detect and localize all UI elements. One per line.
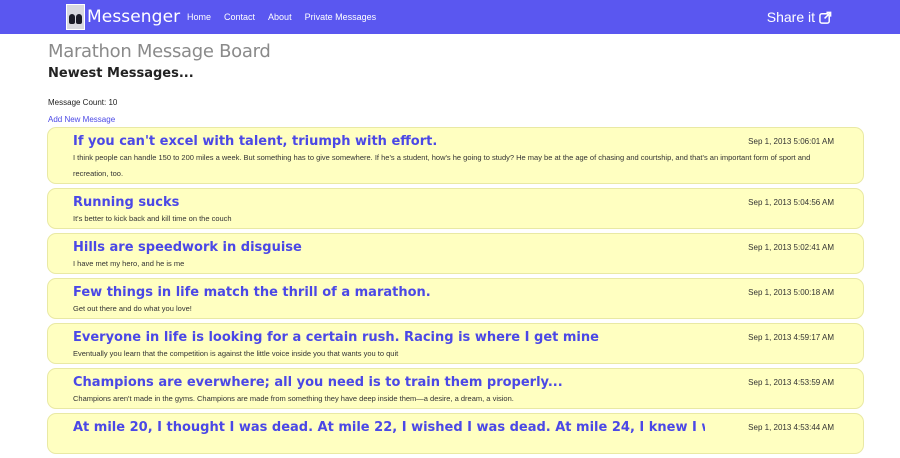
share-label: Share it xyxy=(766,9,815,25)
running-shoes-logo-icon xyxy=(66,4,85,30)
message-title[interactable]: Few things in life match the thrill of a… xyxy=(73,284,705,301)
message-title[interactable]: Running sucks xyxy=(73,194,705,211)
message-title[interactable]: Champions are everwhere; all you need is… xyxy=(73,374,705,391)
message-body: It's better to kick back and kill time o… xyxy=(73,214,232,223)
external-share-icon xyxy=(819,11,832,24)
message-item[interactable]: Few things in life match the thrill of a… xyxy=(47,278,864,319)
message-body: I think people can handle 150 to 200 mil… xyxy=(73,153,811,178)
message-date: Sep 1, 2013 5:02:41 AM xyxy=(748,243,834,252)
message-item[interactable]: Everyone in life is looking for a certai… xyxy=(47,323,864,364)
message-title[interactable]: Hills are speedwork in disguise xyxy=(73,239,705,256)
message-date: Sep 1, 2013 4:53:44 AM xyxy=(748,423,834,432)
message-body: Eventually you learn that the competitio… xyxy=(73,349,399,358)
nav-private-messages-link[interactable]: Private Messages xyxy=(305,12,377,22)
nav-home-link[interactable]: Home xyxy=(187,12,211,22)
nav-links: Home Contact About Private Messages xyxy=(187,0,389,34)
message-list: If you can't excel with talent, triumph … xyxy=(47,127,864,458)
page-title: Marathon Message Board xyxy=(48,41,271,62)
nav-about-link[interactable]: About xyxy=(268,12,292,22)
brand-name[interactable]: Messenger xyxy=(87,7,180,27)
message-date: Sep 1, 2013 5:04:56 AM xyxy=(748,198,834,207)
message-item[interactable]: At mile 20, I thought I was dead. At mil… xyxy=(47,413,864,454)
message-title[interactable]: If you can't excel with talent, triumph … xyxy=(73,133,705,150)
message-item[interactable]: Running sucks Sep 1, 2013 5:04:56 AM It'… xyxy=(47,188,864,229)
brand[interactable]: Messenger xyxy=(66,4,180,30)
message-item[interactable]: Champions are everwhere; all you need is… xyxy=(47,368,864,409)
message-item[interactable]: Hills are speedwork in disguise Sep 1, 2… xyxy=(47,233,864,274)
message-date: Sep 1, 2013 4:59:17 AM xyxy=(748,333,834,342)
message-item[interactable]: If you can't excel with talent, triumph … xyxy=(47,127,864,184)
nav-contact-link[interactable]: Contact xyxy=(224,12,255,22)
message-date: Sep 1, 2013 5:06:01 AM xyxy=(748,137,834,146)
message-count: Message Count: 10 xyxy=(48,98,118,107)
message-body: Champions aren't made in the gyms. Champ… xyxy=(73,394,514,403)
message-body: Get out there and do what you love! xyxy=(73,304,192,313)
message-body: I have met my hero, and he is me xyxy=(73,259,185,268)
message-date: Sep 1, 2013 5:00:18 AM xyxy=(748,288,834,297)
page-subtitle: Newest Messages... xyxy=(48,66,194,81)
message-title[interactable]: Everyone in life is looking for a certai… xyxy=(73,329,705,346)
share-button[interactable]: Share it xyxy=(767,0,832,34)
message-date: Sep 1, 2013 4:53:59 AM xyxy=(748,378,834,387)
add-new-message-link[interactable]: Add New Message xyxy=(48,115,115,124)
message-title[interactable]: At mile 20, I thought I was dead. At mil… xyxy=(73,419,705,436)
top-navbar: Messenger Home Contact About Private Mes… xyxy=(0,0,900,34)
